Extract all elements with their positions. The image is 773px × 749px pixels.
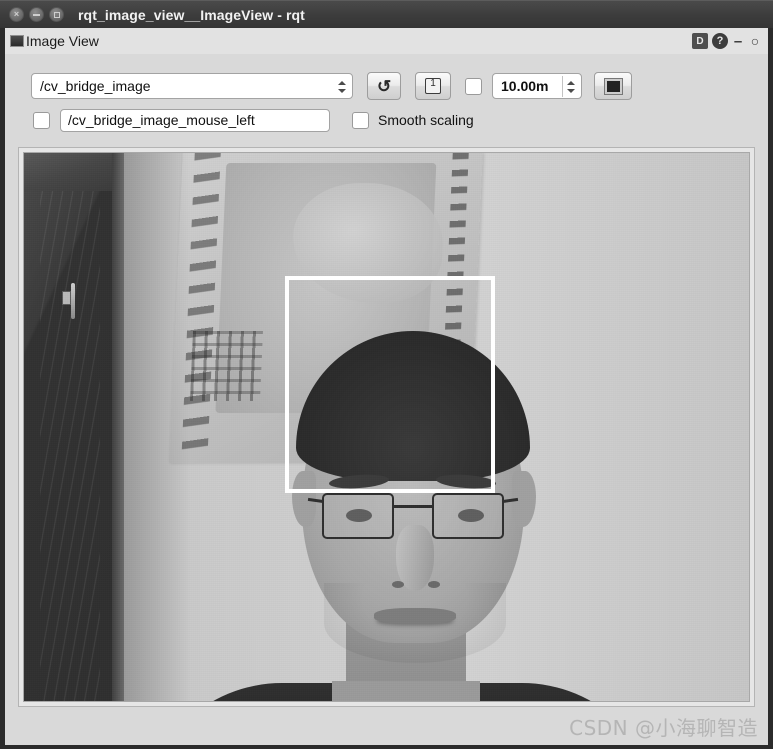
door-handle — [71, 283, 75, 319]
minimize-plugin-icon[interactable]: – — [732, 33, 744, 50]
close-plugin-icon[interactable]: ○ — [748, 33, 762, 49]
door-panel-lines — [40, 153, 100, 701]
dock-icon[interactable]: D — [692, 33, 708, 49]
chevron-up-icon — [337, 80, 346, 85]
topic-combo-box[interactable]: /cv_bridge_image — [31, 73, 353, 99]
minimize-window-button[interactable] — [29, 7, 44, 22]
max-range-value: 10.00m — [501, 78, 549, 94]
plugin-header: Image View D ? – ○ — [5, 28, 768, 54]
chevron-down-icon — [567, 88, 575, 93]
glasses-bridge — [394, 505, 432, 508]
plugin-title: Image View — [26, 33, 99, 49]
refresh-topics-button[interactable]: ↻ — [367, 72, 401, 100]
smooth-scaling-label: Smooth scaling — [378, 112, 474, 128]
chevron-updown-icon[interactable] — [336, 76, 347, 97]
camera-image — [24, 153, 749, 701]
window-controls: × — [9, 7, 64, 22]
publish-click-location-checkbox[interactable] — [33, 111, 50, 129]
toolbar-row-primary: /cv_bridge_image ↻ 10.00m — [5, 70, 768, 102]
title-bar: × rqt_image_view__ImageView - rqt — [0, 0, 773, 28]
image-view-icon — [10, 35, 24, 47]
publish-topic-value: /cv_bridge_image_mouse_left — [68, 112, 255, 128]
door-top-corner — [24, 153, 120, 191]
maximize-icon — [50, 8, 63, 21]
maximize-window-button[interactable] — [49, 7, 64, 22]
help-icon[interactable]: ? — [712, 33, 728, 49]
colorscheme-icon — [603, 77, 623, 95]
watermark-text: CSDN @小海聊智造 — [569, 716, 758, 740]
application-window: × rqt_image_view__ImageView - rqt Image … — [0, 0, 773, 749]
topic-combo-value: /cv_bridge_image — [40, 78, 151, 94]
save-image-icon — [425, 78, 441, 94]
chevron-up-icon — [567, 80, 575, 85]
poster-text-block — [189, 331, 263, 401]
minimize-icon — [30, 8, 43, 21]
wall-shadow — [120, 153, 190, 701]
color-scheme-button[interactable] — [594, 72, 632, 100]
window-title: rqt_image_view__ImageView - rqt — [78, 6, 305, 23]
max-range-spinbox[interactable]: 10.00m — [492, 73, 582, 99]
plugin-header-controls: D ? – ○ — [692, 33, 762, 50]
dynamic-range-checkbox[interactable] — [465, 77, 482, 95]
image-canvas[interactable] — [23, 152, 750, 702]
person-nostril-left — [392, 581, 404, 588]
glasses-lens-right — [432, 493, 504, 539]
spinbox-chevron-updown-icon[interactable] — [562, 76, 577, 97]
door-lock — [62, 291, 71, 305]
close-window-button[interactable]: × — [9, 7, 24, 22]
person-mouth — [374, 608, 456, 624]
toolbar: /cv_bridge_image ↻ 10.00m — [5, 54, 768, 142]
person-collar-skin — [332, 681, 480, 701]
toolbar-row-secondary: /cv_bridge_image_mouse_left Smooth scali… — [5, 107, 768, 133]
poster-graphic — [290, 183, 446, 303]
close-icon: × — [13, 9, 20, 19]
refresh-icon: ↻ — [376, 76, 392, 96]
smooth-scaling-checkbox[interactable] — [352, 111, 369, 129]
glasses-lens-left — [322, 493, 394, 539]
person-nostril-right — [428, 581, 440, 588]
chevron-down-icon — [337, 88, 346, 93]
door-edge — [112, 153, 124, 701]
save-image-button[interactable] — [415, 72, 451, 100]
publish-topic-input[interactable]: /cv_bridge_image_mouse_left — [60, 108, 330, 132]
image-display-frame — [18, 147, 755, 707]
